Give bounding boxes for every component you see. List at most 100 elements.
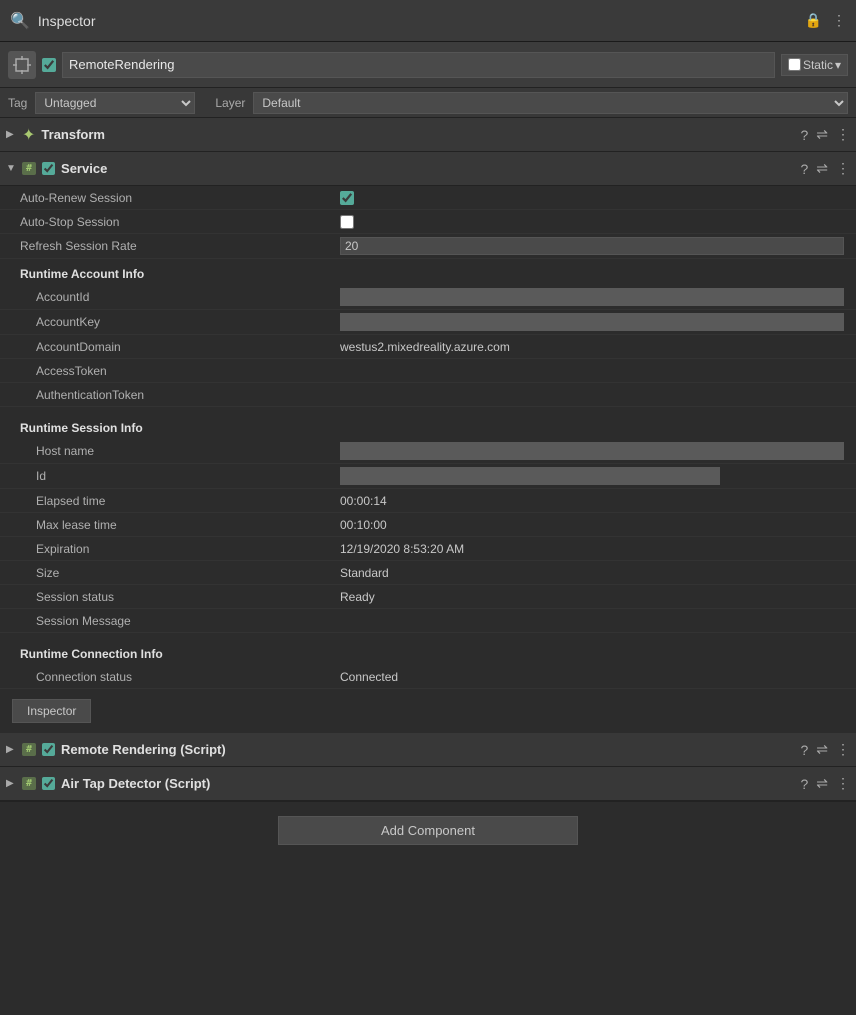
remote-rendering-help-btn[interactable]: ? <box>800 742 808 758</box>
connection-status-label: Connection status <box>20 670 340 684</box>
account-key-row: AccountKey <box>0 310 856 335</box>
air-tap-actions: ? ⇌ ⋮ <box>800 775 850 792</box>
inspector-tab-row: Inspector <box>0 689 856 733</box>
runtime-connection-info-header: Runtime Connection Info <box>0 639 856 665</box>
account-domain-label: AccountDomain <box>20 340 340 354</box>
layer-select[interactable]: Default <box>253 92 848 114</box>
air-tap-script-name: Air Tap Detector (Script) <box>61 776 794 791</box>
gameobject-row: Static ▾ <box>0 42 856 88</box>
host-name-value[interactable] <box>340 442 844 460</box>
auto-stop-row: Auto-Stop Session <box>0 210 856 234</box>
auto-stop-label: Auto-Stop Session <box>20 215 340 229</box>
id-row: Id <box>0 464 856 489</box>
transform-component-header[interactable]: ▶ ✦ Transform ? ⇌ ⋮ <box>0 118 856 152</box>
transform-expand-arrow: ▶ <box>6 129 16 140</box>
refresh-session-label: Refresh Session Rate <box>20 239 340 253</box>
service-component-header[interactable]: ▼ # Service ? ⇌ ⋮ <box>0 152 856 186</box>
host-name-row: Host name <box>0 439 856 464</box>
account-domain-value: westus2.mixedreality.azure.com <box>340 340 844 354</box>
transform-name: Transform <box>41 127 794 142</box>
air-tap-active-checkbox[interactable] <box>42 777 55 790</box>
session-message-label: Session Message <box>20 614 340 628</box>
refresh-session-input[interactable] <box>340 237 844 255</box>
air-tap-detector-script-header[interactable]: ▶ # Air Tap Detector (Script) ? ⇌ ⋮ <box>0 767 856 801</box>
transform-actions: ? ⇌ ⋮ <box>800 126 850 143</box>
title-bar-title: Inspector <box>38 13 96 29</box>
id-label: Id <box>20 469 340 483</box>
air-tap-settings-btn[interactable]: ⇌ <box>816 775 828 792</box>
air-tap-hash: # <box>22 777 36 790</box>
air-tap-dots-btn[interactable]: ⋮ <box>836 775 850 792</box>
runtime-session-info-header: Runtime Session Info <box>0 413 856 439</box>
auto-renew-checkbox[interactable] <box>340 191 354 205</box>
title-bar-right: 🔒 ⋮ <box>805 12 846 29</box>
title-bar: 🔍 Inspector 🔒 ⋮ <box>0 0 856 42</box>
static-chevron[interactable]: ▾ <box>835 58 841 72</box>
gameobject-icon <box>8 51 36 79</box>
size-value: Standard <box>340 566 844 580</box>
account-id-value[interactable] <box>340 288 844 306</box>
host-name-label: Host name <box>20 444 340 458</box>
transform-icon: ✦ <box>22 125 35 145</box>
service-dots-btn[interactable]: ⋮ <box>836 160 850 177</box>
remote-rendering-script-header[interactable]: ▶ # Remote Rendering (Script) ? ⇌ ⋮ <box>0 733 856 767</box>
account-id-label: AccountId <box>20 290 340 304</box>
transform-help-btn[interactable]: ? <box>800 127 808 143</box>
service-active-checkbox[interactable] <box>42 162 55 175</box>
static-button[interactable]: Static ▾ <box>781 54 848 76</box>
elapsed-time-row: Elapsed time 00:00:14 <box>0 489 856 513</box>
transform-dots-btn[interactable]: ⋮ <box>836 126 850 143</box>
title-bar-left: 🔍 Inspector <box>10 11 96 31</box>
remote-rendering-active-checkbox[interactable] <box>42 743 55 756</box>
service-content: Auto-Renew Session Auto-Stop Session Ref… <box>0 186 856 689</box>
static-checkbox[interactable] <box>788 58 801 71</box>
gameobject-name-input[interactable] <box>62 52 775 78</box>
account-key-value[interactable] <box>340 313 844 331</box>
access-token-label: AccessToken <box>20 364 340 378</box>
auto-renew-row: Auto-Renew Session <box>0 186 856 210</box>
expiration-label: Expiration <box>20 542 340 556</box>
air-tap-help-btn[interactable]: ? <box>800 776 808 792</box>
remote-rendering-script-name: Remote Rendering (Script) <box>61 742 794 757</box>
max-lease-time-label: Max lease time <box>20 518 340 532</box>
account-id-row: AccountId <box>0 285 856 310</box>
max-lease-time-value: 00:10:00 <box>340 518 844 532</box>
expiration-row: Expiration 12/19/2020 8:53:20 AM <box>0 537 856 561</box>
session-status-label: Session status <box>20 590 340 604</box>
max-lease-time-row: Max lease time 00:10:00 <box>0 513 856 537</box>
elapsed-time-value: 00:00:14 <box>340 494 844 508</box>
service-actions: ? ⇌ ⋮ <box>800 160 850 177</box>
add-component-button[interactable]: Add Component <box>278 816 578 845</box>
tag-select[interactable]: Untagged <box>35 92 195 114</box>
access-token-row: AccessToken <box>0 359 856 383</box>
static-label: Static <box>803 58 833 72</box>
lock-icon[interactable]: 🔒 <box>805 12 822 29</box>
size-label: Size <box>20 566 340 580</box>
session-message-row: Session Message <box>0 609 856 633</box>
service-expand-arrow: ▼ <box>6 163 16 174</box>
account-key-label: AccountKey <box>20 315 340 329</box>
service-help-btn[interactable]: ? <box>800 161 808 177</box>
add-component-row: Add Component <box>0 801 856 859</box>
session-status-value: Ready <box>340 590 844 604</box>
auto-renew-label: Auto-Renew Session <box>20 191 340 205</box>
gameobject-active-checkbox[interactable] <box>42 58 56 72</box>
auth-token-row: AuthenticationToken <box>0 383 856 407</box>
tag-label: Tag <box>8 96 27 110</box>
remote-rendering-dots-btn[interactable]: ⋮ <box>836 741 850 758</box>
account-domain-row: AccountDomain westus2.mixedreality.azure… <box>0 335 856 359</box>
id-value[interactable] <box>340 467 720 485</box>
session-status-row: Session status Ready <box>0 585 856 609</box>
auto-stop-checkbox[interactable] <box>340 215 354 229</box>
service-settings-btn[interactable]: ⇌ <box>816 160 828 177</box>
inspector-tab-button[interactable]: Inspector <box>12 699 91 723</box>
transform-settings-btn[interactable]: ⇌ <box>816 126 828 143</box>
dots-icon[interactable]: ⋮ <box>832 12 846 29</box>
tag-layer-row: Tag Untagged Layer Default <box>0 88 856 118</box>
size-row: Size Standard <box>0 561 856 585</box>
remote-rendering-expand-arrow: ▶ <box>6 744 16 755</box>
connection-status-value: Connected <box>340 670 844 684</box>
remote-rendering-actions: ? ⇌ ⋮ <box>800 741 850 758</box>
remote-rendering-settings-btn[interactable]: ⇌ <box>816 741 828 758</box>
connection-status-row: Connection status Connected <box>0 665 856 689</box>
